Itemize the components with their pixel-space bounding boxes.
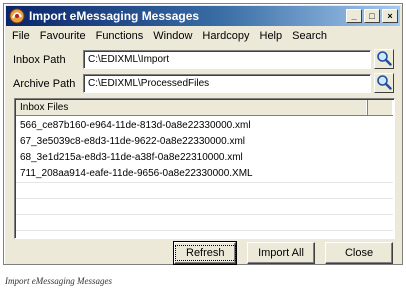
title-bar[interactable]: Import eMessaging Messages _ □ × bbox=[6, 6, 400, 26]
archive-path-input[interactable] bbox=[83, 74, 371, 93]
list-header: Inbox Files bbox=[16, 100, 393, 116]
menu-file[interactable]: File bbox=[7, 30, 35, 42]
archive-path-label: Archive Path bbox=[13, 78, 76, 90]
empty-row-line bbox=[16, 182, 393, 183]
close-window-button[interactable]: × bbox=[382, 9, 398, 23]
app-logo-icon bbox=[9, 8, 25, 24]
import-messages-window: Import eMessaging Messages _ □ × File Fa… bbox=[3, 3, 403, 265]
window-controls: _ □ × bbox=[344, 9, 398, 23]
archive-browse-button[interactable] bbox=[374, 73, 394, 93]
menu-window[interactable]: Window bbox=[148, 30, 197, 42]
import-all-button[interactable]: Import All bbox=[247, 242, 315, 264]
refresh-button-label: Refresh bbox=[175, 245, 236, 261]
file-rows: 566_ce87b160-e964-11de-813d-0a8e22330000… bbox=[18, 118, 391, 182]
refresh-button[interactable]: Refresh bbox=[173, 241, 237, 265]
menu-favourite[interactable]: Favourite bbox=[35, 30, 91, 42]
minimize-button[interactable]: _ bbox=[346, 9, 362, 23]
inbox-files-list[interactable]: Inbox Files 566_ce87b160-e964-11de-813d-… bbox=[14, 98, 395, 239]
menu-help[interactable]: Help bbox=[255, 30, 288, 42]
menu-search[interactable]: Search bbox=[287, 30, 332, 42]
empty-row-line bbox=[16, 198, 393, 199]
window-title: Import eMessaging Messages bbox=[29, 9, 200, 23]
table-row[interactable]: 67_3e5039c8-e8d3-11de-9622-0a8e22330000.… bbox=[18, 134, 391, 150]
inbox-path-input[interactable] bbox=[83, 50, 371, 69]
inbox-files-column-header[interactable]: Inbox Files bbox=[16, 100, 368, 115]
empty-column-header bbox=[368, 100, 393, 115]
inbox-browse-button[interactable] bbox=[374, 49, 394, 69]
table-row[interactable]: 711_208aa914-eafe-11de-9656-0a8e22330000… bbox=[18, 166, 391, 182]
table-row[interactable]: 68_3e1d215a-e8d3-11de-a38f-0a8e22310000.… bbox=[18, 150, 391, 166]
inbox-path-label: Inbox Path bbox=[13, 54, 66, 66]
menu-bar: File Favourite Functions Window Hardcopy… bbox=[7, 27, 399, 45]
magnifier-icon bbox=[376, 50, 392, 69]
table-row[interactable]: 566_ce87b160-e964-11de-813d-0a8e22330000… bbox=[18, 118, 391, 134]
menu-hardcopy[interactable]: Hardcopy bbox=[197, 30, 254, 42]
maximize-button[interactable]: □ bbox=[364, 9, 380, 23]
menu-functions[interactable]: Functions bbox=[91, 30, 149, 42]
empty-row-line bbox=[16, 230, 393, 231]
close-button[interactable]: Close bbox=[325, 242, 393, 264]
magnifier-icon bbox=[376, 74, 392, 93]
empty-row-line bbox=[16, 214, 393, 215]
figure-caption: Import eMessaging Messages bbox=[5, 276, 112, 286]
